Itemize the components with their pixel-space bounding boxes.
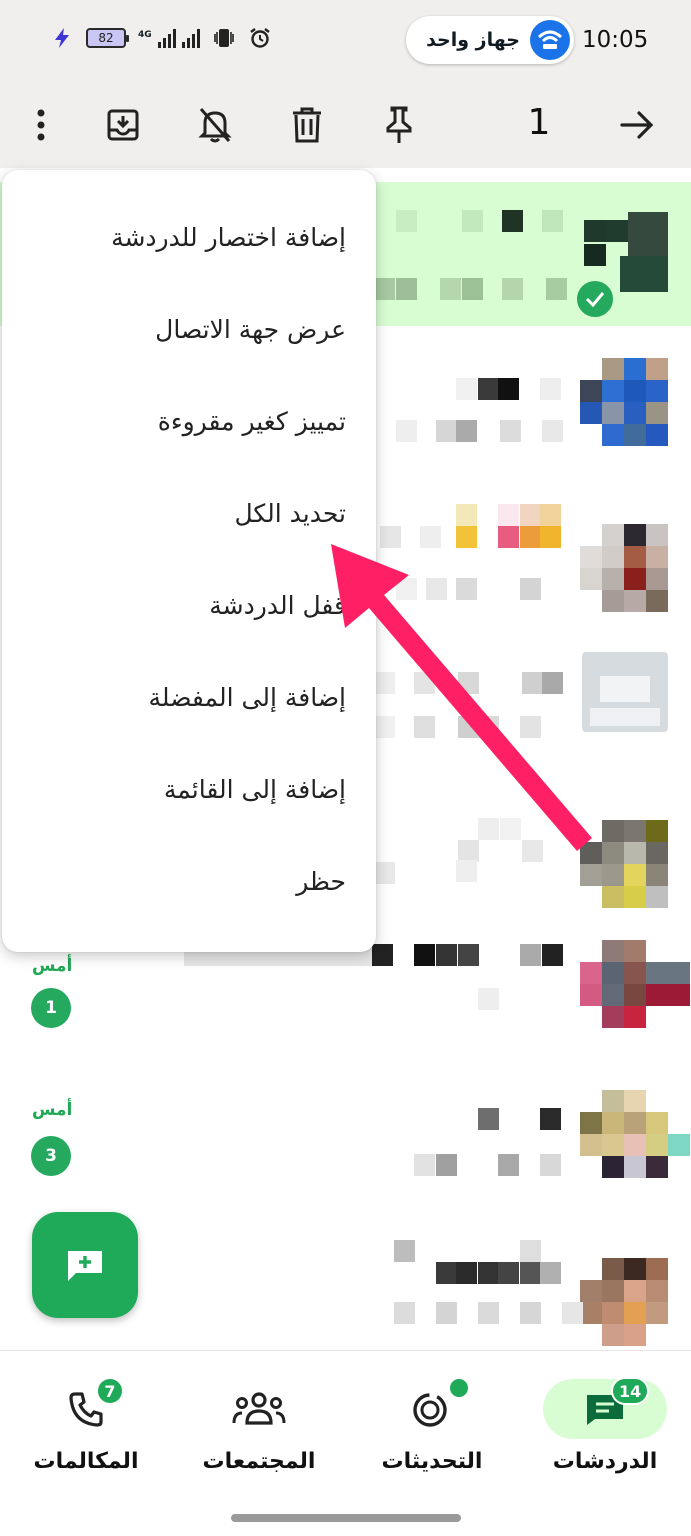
chat-preview-blurred [396, 578, 556, 600]
contact-avatar [580, 502, 668, 612]
tab-calls[interactable]: 7 المكالمات [0, 1351, 172, 1501]
chat-name-blurred [478, 1108, 578, 1130]
wifi-label: جهاز واحد [426, 29, 520, 51]
contact-avatar [580, 646, 668, 734]
contact-avatar [580, 1236, 668, 1346]
updates-icon [370, 1379, 494, 1439]
menu-item-mark-unread[interactable]: تمييز كغير مقروءة [2, 376, 376, 468]
tab-label: المكالمات [33, 1449, 139, 1474]
updates-dot-badge [448, 1377, 470, 1399]
chat-preview-blurred [478, 988, 538, 1010]
wifi-pill[interactable]: جهاز واحد [406, 16, 574, 64]
tab-updates[interactable]: التحديثات [346, 1351, 518, 1501]
unread-count-badge: 3 [31, 1136, 71, 1176]
menu-item-add-to-list[interactable]: إضافة إلى القائمة [2, 744, 376, 836]
status-icons: 82 4G [50, 26, 272, 50]
chat-row[interactable]: أمس 3 [0, 1068, 691, 1212]
chats-count-badge: 14 [611, 1377, 650, 1405]
network-type: 4G [138, 30, 152, 40]
signal-icon [181, 28, 200, 48]
selected-check-icon [574, 278, 616, 320]
battery-indicator: 82 [86, 28, 129, 48]
menu-item-view-contact[interactable]: عرض جهة الاتصال [2, 284, 376, 376]
chat-preview-blurred [456, 860, 516, 882]
calls-count-badge: 7 [96, 1377, 124, 1405]
chat-name-blurred [456, 378, 576, 400]
contact-avatar [580, 940, 690, 1028]
new-chat-icon [68, 1251, 102, 1281]
more-vert-icon[interactable] [18, 102, 64, 148]
signal-icon [157, 28, 176, 48]
new-chat-fab[interactable] [32, 1212, 138, 1318]
home-indicator[interactable] [231, 1514, 461, 1522]
tab-label: المجتمعات [202, 1449, 316, 1474]
pin-icon[interactable] [376, 102, 422, 148]
menu-item-add-favorites[interactable]: إضافة إلى المفضلة [2, 652, 376, 744]
wifi-icon [530, 20, 570, 60]
contact-avatar [580, 790, 668, 908]
menu-item-lock-chat[interactable]: قفل الدردشة [2, 560, 376, 652]
calls-icon [24, 1379, 148, 1439]
archive-icon[interactable] [100, 102, 146, 148]
selection-action-bar: 1 [0, 82, 691, 168]
tab-chats[interactable]: 14 الدردشات [519, 1351, 691, 1501]
chat-time: أمس [32, 1100, 73, 1120]
status-bar: 82 4G جهاز واحد 10:05 [0, 0, 691, 82]
alarm-icon [249, 28, 270, 48]
chat-preview-blurred [374, 278, 574, 300]
charging-bolt-icon [55, 28, 69, 48]
tab-label: الدردشات [552, 1449, 658, 1474]
chat-name-blurred [374, 818, 574, 884]
menu-item-block[interactable]: حظر [2, 836, 376, 928]
back-arrow-icon[interactable] [614, 102, 660, 148]
bottom-navigation: 14 الدردشات التحديثات المجتمعات 7 المكال… [0, 1350, 691, 1536]
chat-name-blurred [396, 210, 563, 232]
chat-preview-blurred [394, 1302, 583, 1324]
chat-name-blurred [394, 1240, 574, 1284]
selected-count: 1 [527, 102, 551, 143]
chat-preview-blurred [414, 1154, 561, 1176]
menu-item-add-shortcut[interactable]: إضافة اختصار للدردشة [2, 192, 376, 284]
chat-name-blurred [380, 504, 570, 548]
chat-preview-blurred [396, 420, 566, 442]
trash-icon[interactable] [284, 102, 330, 148]
communities-icon [197, 1379, 321, 1439]
clock: 10:05 [582, 27, 649, 53]
tab-communities[interactable]: المجتمعات [173, 1351, 345, 1501]
menu-item-select-all[interactable]: تحديد الكل [2, 468, 376, 560]
chat-context-menu: إضافة اختصار للدردشة عرض جهة الاتصال تمي… [2, 170, 376, 952]
mute-bell-icon[interactable] [192, 102, 238, 148]
chat-preview-blurred [374, 716, 574, 738]
chat-name-blurred [374, 672, 574, 694]
vibrate-icon [213, 29, 234, 47]
signal-group: 4G [138, 28, 200, 48]
tab-label: التحديثات [381, 1449, 483, 1474]
contact-avatar [580, 358, 668, 446]
contact-avatar [580, 1090, 690, 1178]
chat-time: أمس [32, 956, 73, 976]
unread-count-badge: 1 [31, 988, 71, 1028]
